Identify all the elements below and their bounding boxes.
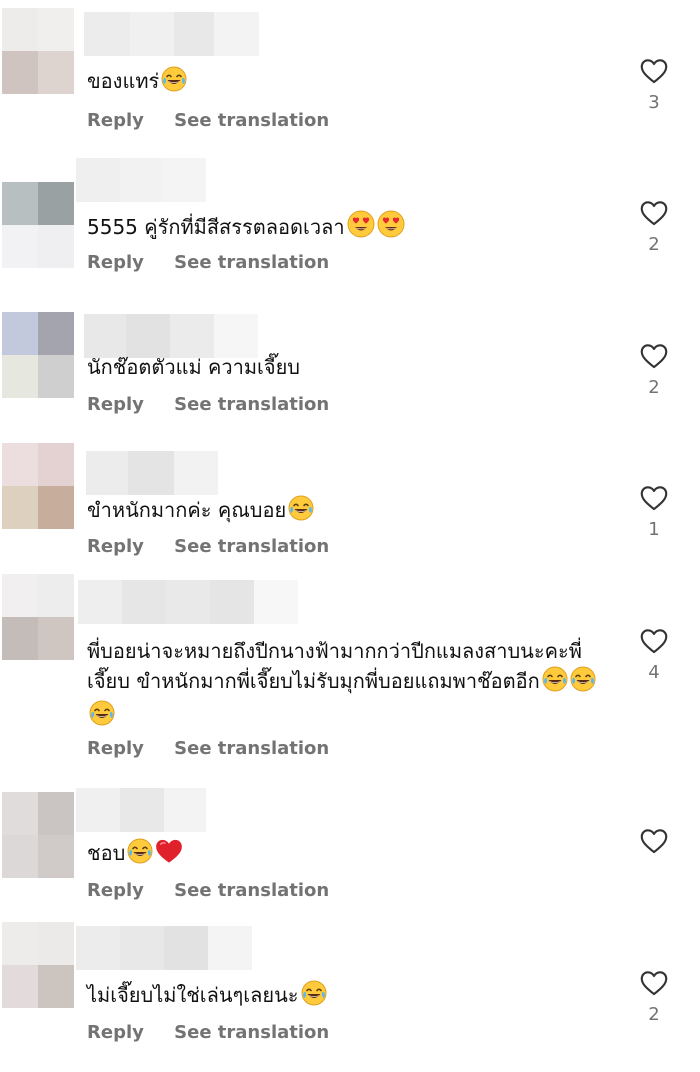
avatar[interactable] [2,574,74,660]
like-count: 4 [648,662,660,683]
username[interactable] [76,926,252,970]
laugh-emoji-icon [301,980,327,1014]
heart-icon[interactable] [628,828,680,854]
heart-icon[interactable] [628,485,680,511]
red-heart-emoji-icon [155,838,183,872]
heart-icon[interactable] [628,343,680,369]
comment-text: 5555 คู่รักที่มีสีสรรตลอดเวลา [87,210,607,246]
username[interactable] [78,580,298,624]
comment-text: ขำหนักมากค่ะ คุณบอย [87,495,607,529]
avatar[interactable] [2,922,74,1008]
see-translation-link[interactable]: See translation [174,252,329,273]
avatar[interactable] [2,182,74,268]
username[interactable] [76,788,206,832]
laugh-emoji-icon [570,666,596,700]
laugh-emoji-icon [127,838,153,872]
username[interactable] [76,158,206,202]
like-count: 2 [648,1004,660,1025]
see-translation-link[interactable]: See translation [174,1022,329,1043]
avatar[interactable] [2,312,74,398]
avatar[interactable] [2,443,74,529]
comment-text: ชอบ [87,838,607,872]
reply-button[interactable]: Reply [87,394,144,415]
reply-button[interactable]: Reply [87,252,144,273]
heart-icon[interactable] [628,970,680,996]
username[interactable] [84,12,259,56]
reply-button[interactable]: Reply [87,1022,144,1043]
avatar[interactable] [2,792,74,878]
comment-text: นักช๊อตตัวแม่ ความเจี๊ยบ [87,355,300,379]
comment-text: ไม่เจี๊ยบไม่ใช่เล่นๆเลยนะ [87,980,607,1014]
heart-icon[interactable] [628,58,680,84]
laugh-emoji-icon [542,666,568,700]
laugh-emoji-icon [89,700,115,734]
comment-text: พี่บอยน่าจะหมายถึงปีกนางฟ้ามากกว่าปีกแมล… [87,636,607,734]
reply-button[interactable]: Reply [87,880,144,901]
reply-button[interactable]: Reply [87,110,144,131]
username[interactable] [86,451,218,495]
avatar[interactable] [2,8,74,94]
reply-button[interactable]: Reply [87,536,144,557]
laugh-emoji-icon [288,495,314,529]
laugh-emoji-icon [161,66,187,100]
see-translation-link[interactable]: See translation [174,536,329,557]
like-count: 1 [648,519,660,540]
heart-eyes-emoji-icon [347,210,375,246]
see-translation-link[interactable]: See translation [174,880,329,901]
heart-icon[interactable] [628,628,680,654]
comment-text: ของแทร่ [87,66,607,100]
see-translation-link[interactable]: See translation [174,110,329,131]
see-translation-link[interactable]: See translation [174,394,329,415]
like-count: 2 [648,377,660,398]
heart-icon[interactable] [628,200,680,226]
like-count: 2 [648,234,660,255]
see-translation-link[interactable]: See translation [174,738,329,759]
reply-button[interactable]: Reply [87,738,144,759]
like-count: 3 [648,92,660,113]
heart-eyes-emoji-icon [377,210,405,246]
like-count [628,862,680,884]
